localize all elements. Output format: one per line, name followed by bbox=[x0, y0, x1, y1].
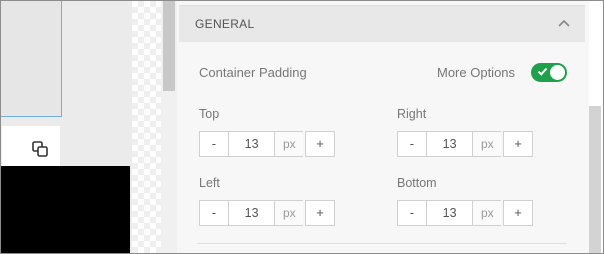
more-options-label: More Options bbox=[437, 65, 516, 80]
transparency-background bbox=[132, 1, 161, 253]
copy-icon[interactable] bbox=[32, 141, 48, 157]
left-stepper: - 13 px + bbox=[199, 200, 335, 226]
selected-element[interactable] bbox=[1, 1, 62, 117]
container-padding-label: Container Padding bbox=[199, 65, 307, 80]
top-decrement-button[interactable]: - bbox=[199, 131, 229, 157]
section-header-general[interactable]: GENERAL bbox=[179, 5, 585, 42]
bottom-stepper: - 13 px + bbox=[397, 200, 533, 226]
top-increment-button[interactable]: + bbox=[305, 131, 335, 157]
bottom-unit: px bbox=[473, 200, 502, 226]
canvas-toolbar bbox=[2, 126, 60, 170]
top-label: Top bbox=[199, 107, 220, 121]
top-input[interactable]: 13 bbox=[228, 131, 276, 157]
right-unit: px bbox=[473, 131, 502, 157]
bottom-label: Bottom bbox=[397, 176, 437, 190]
settings-scrollbar-thumb[interactable] bbox=[589, 106, 601, 253]
section-title: GENERAL bbox=[195, 17, 255, 31]
right-input[interactable]: 13 bbox=[426, 131, 474, 157]
check-icon bbox=[537, 67, 548, 76]
top-stepper: - 13 px + bbox=[199, 131, 335, 157]
right-label: Right bbox=[397, 107, 427, 121]
left-unit: px bbox=[275, 200, 304, 226]
section-divider bbox=[197, 243, 567, 244]
bottom-input[interactable]: 13 bbox=[426, 200, 474, 226]
more-options-toggle[interactable] bbox=[531, 63, 567, 82]
settings-scrollbar[interactable] bbox=[589, 1, 603, 253]
right-increment-button[interactable]: + bbox=[503, 131, 533, 157]
settings-panel: GENERAL Container Padding More Options T… bbox=[177, 1, 589, 253]
right-decrement-button[interactable]: - bbox=[397, 131, 427, 157]
bottom-increment-button[interactable]: + bbox=[503, 200, 533, 226]
left-decrement-button[interactable]: - bbox=[199, 200, 229, 226]
window-frame: · GENERAL Container Padding More Options bbox=[0, 0, 604, 254]
top-unit: px bbox=[275, 131, 304, 157]
canvas-dark-block bbox=[1, 166, 130, 253]
left-increment-button[interactable]: + bbox=[305, 200, 335, 226]
bottom-decrement-button[interactable]: - bbox=[397, 200, 427, 226]
left-input[interactable]: 13 bbox=[228, 200, 276, 226]
right-stepper: - 13 px + bbox=[397, 131, 533, 157]
toggle-knob bbox=[550, 65, 565, 80]
panel-scrollbar-thumb[interactable] bbox=[163, 1, 175, 91]
chevron-up-icon[interactable] bbox=[557, 18, 571, 28]
panel-scrollbar[interactable] bbox=[161, 1, 177, 253]
left-label: Left bbox=[199, 176, 220, 190]
